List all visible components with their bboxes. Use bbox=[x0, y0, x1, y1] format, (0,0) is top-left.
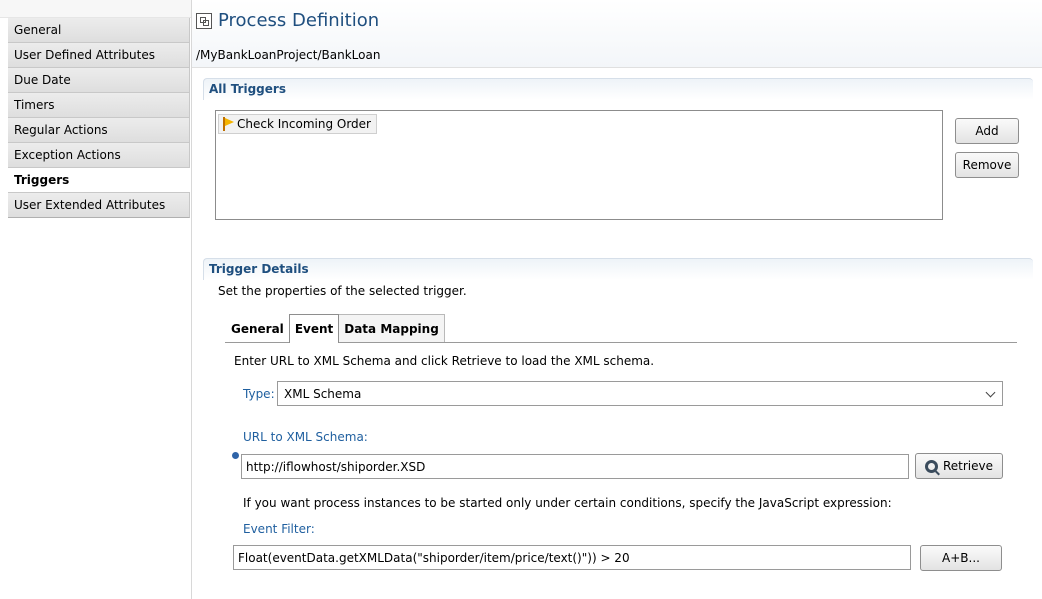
url-input-value: http://iflowhost/shiporder.XSD bbox=[246, 459, 426, 474]
sidebar-item-regular-actions[interactable]: Regular Actions bbox=[8, 118, 190, 143]
trigger-details-description: Set the properties of the selected trigg… bbox=[218, 284, 467, 298]
tab-data-mapping[interactable]: Data Mapping bbox=[338, 314, 445, 343]
event-filter-input[interactable]: Float(eventData.getXMLData("shiporder/it… bbox=[233, 545, 911, 570]
trigger-details-title: Trigger Details bbox=[209, 262, 309, 276]
sidebar-item-user-extended-attributes[interactable]: User Extended Attributes bbox=[8, 193, 190, 218]
event-instruction: Enter URL to XML Schema and click Retrie… bbox=[234, 354, 655, 368]
tab-event[interactable]: Event bbox=[288, 314, 340, 343]
trigger-item-label: Check Incoming Order bbox=[237, 117, 371, 131]
url-input[interactable]: http://iflowhost/shiporder.XSD bbox=[241, 454, 909, 479]
event-filter-label: Event Filter: bbox=[243, 522, 315, 536]
retrieve-button[interactable]: Retrieve bbox=[915, 453, 1003, 479]
chevron-down-icon bbox=[985, 387, 996, 398]
sidebar-item-general[interactable]: General bbox=[8, 18, 190, 43]
trigger-detail-tabs: General Event Data Mapping bbox=[225, 314, 445, 343]
sidebar-item-due-date[interactable]: Due Date bbox=[8, 68, 190, 93]
add-button[interactable]: Add bbox=[955, 118, 1019, 144]
sidebar: General User Defined Attributes Due Date… bbox=[0, 0, 192, 599]
process-definition-icon bbox=[196, 12, 212, 29]
remove-button[interactable]: Remove bbox=[955, 152, 1019, 178]
trigger-flag-icon bbox=[222, 117, 234, 131]
all-triggers-title: All Triggers bbox=[209, 82, 286, 96]
sidebar-item-user-defined-attributes[interactable]: User Defined Attributes bbox=[8, 43, 190, 68]
sidebar-list: General User Defined Attributes Due Date… bbox=[8, 18, 190, 218]
sidebar-item-timers[interactable]: Timers bbox=[8, 93, 190, 118]
trigger-list[interactable]: Check Incoming Order bbox=[215, 110, 943, 220]
page-title-row: Process Definition bbox=[196, 10, 379, 31]
sidebar-item-triggers[interactable]: Triggers bbox=[8, 168, 190, 193]
type-select-value: XML Schema bbox=[284, 386, 362, 401]
tab-general[interactable]: General bbox=[225, 314, 290, 343]
type-select[interactable]: XML Schema bbox=[277, 381, 1003, 406]
condition-text: If you want process instances to be star… bbox=[243, 496, 892, 510]
breadcrumb: /MyBankLoanProject/BankLoan bbox=[196, 48, 381, 62]
type-label: Type: bbox=[243, 387, 275, 401]
sidebar-item-exception-actions[interactable]: Exception Actions bbox=[8, 143, 190, 168]
info-icon bbox=[232, 452, 239, 459]
url-label: URL to XML Schema: bbox=[243, 430, 368, 444]
trigger-details-section-header[interactable]: Trigger Details bbox=[203, 258, 1033, 280]
magnifier-icon bbox=[924, 459, 938, 473]
list-item-trigger[interactable]: Check Incoming Order bbox=[218, 114, 377, 134]
all-triggers-section-header[interactable]: All Triggers bbox=[203, 78, 1033, 100]
page-header: Process Definition /MyBankLoanProject/Ba… bbox=[192, 0, 1042, 68]
sidebar-header bbox=[0, 0, 191, 18]
event-filter-value: Float(eventData.getXMLData("shiporder/it… bbox=[238, 550, 630, 565]
page-title: Process Definition bbox=[218, 10, 380, 31]
retrieve-label: Retrieve bbox=[942, 459, 994, 473]
tab-divider bbox=[225, 342, 1017, 343]
expression-builder-button[interactable]: A+B... bbox=[920, 545, 1002, 571]
